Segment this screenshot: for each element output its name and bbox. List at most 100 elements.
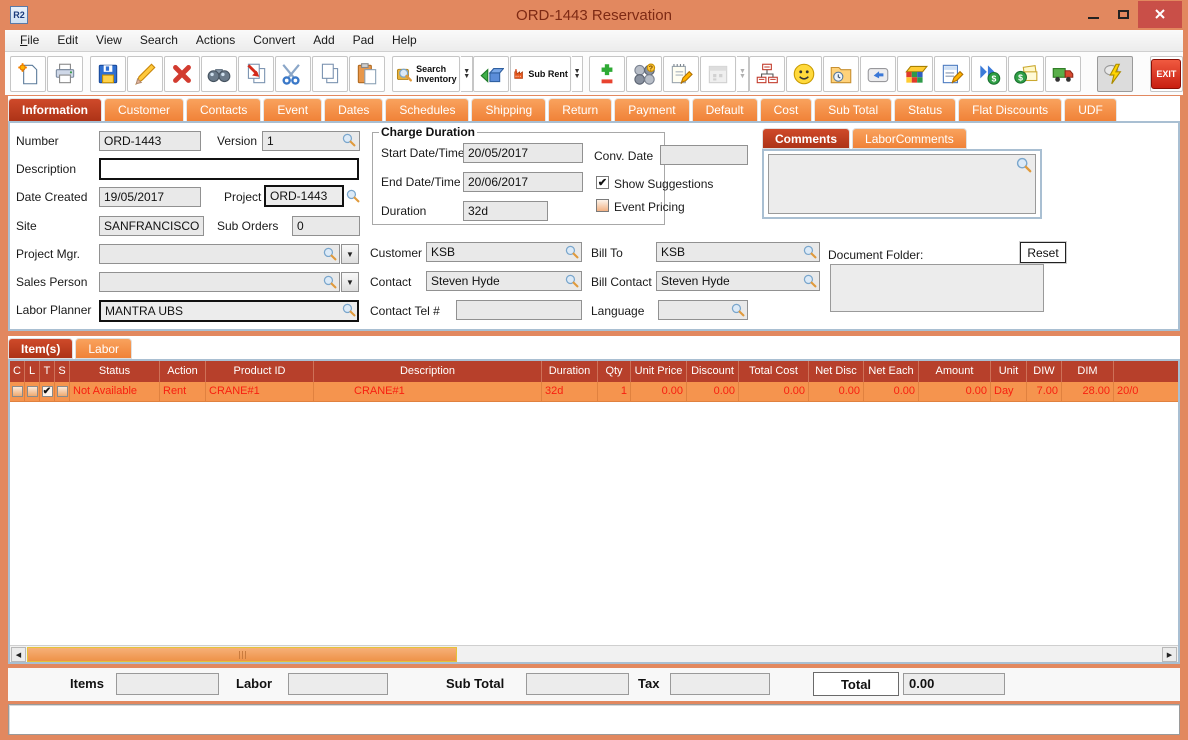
calendar-button[interactable]	[700, 55, 737, 92]
sub-rent-button[interactable]: Sub Rent	[509, 55, 571, 92]
notes-button[interactable]	[663, 55, 700, 92]
edit-button[interactable]	[127, 55, 164, 92]
project-search-icon[interactable]	[346, 189, 360, 203]
menu-pad[interactable]: Pad	[344, 30, 383, 51]
tab-cost[interactable]: Cost	[759, 98, 813, 121]
tab-flat-discounts[interactable]: Flat Discounts	[958, 98, 1063, 121]
table-row[interactable]: ✔ Not Available Rent CRANE#1 CRANE#1 32d…	[10, 382, 1178, 402]
tab-labor[interactable]: Labor	[75, 338, 133, 359]
sales-person-dropdown[interactable]: ▼	[341, 272, 359, 292]
convert-button[interactable]	[472, 55, 509, 92]
scrollbar-thumb[interactable]	[27, 647, 457, 662]
search-inventory-dropdown[interactable]: ▼ ▼	[461, 55, 473, 92]
show-suggestions-checkbox[interactable]: ✔	[596, 176, 609, 189]
col-unit-price[interactable]: Unit Price	[631, 361, 687, 382]
document-folder-box[interactable]	[830, 264, 1044, 312]
col-dim[interactable]: DIM	[1062, 361, 1114, 382]
col-product-id[interactable]: Product ID	[206, 361, 314, 382]
quick-payment-button[interactable]: $	[970, 55, 1007, 92]
close-button[interactable]	[1138, 0, 1182, 28]
row-checkbox-s[interactable]	[56, 386, 68, 397]
tab-sub-total[interactable]: Sub Total	[814, 98, 893, 121]
comments-search-icon[interactable]	[1016, 157, 1032, 173]
title-bar[interactable]: R2 ORD-1443 Reservation	[0, 0, 1188, 30]
customer-service-button[interactable]	[785, 55, 822, 92]
col-unit[interactable]: Unit	[991, 361, 1027, 382]
cut-button[interactable]	[275, 55, 312, 92]
tab-return[interactable]: Return	[548, 98, 613, 121]
sub-orders-field[interactable]: 0	[292, 216, 360, 236]
menu-add[interactable]: Add	[304, 30, 343, 51]
horizontal-scrollbar[interactable]: ◀ ▶	[10, 645, 1178, 662]
col-qty[interactable]: Qty	[598, 361, 631, 382]
col-net-disc[interactable]: Net Disc	[809, 361, 864, 382]
project-mgr-search-icon[interactable]	[323, 247, 337, 261]
scroll-left-arrow[interactable]: ◀	[11, 647, 26, 662]
menu-edit[interactable]: Edit	[48, 30, 87, 51]
scroll-right-arrow[interactable]: ▶	[1162, 647, 1177, 662]
col-s[interactable]: S	[55, 361, 70, 382]
col-c[interactable]: C	[10, 361, 25, 382]
end-date-field[interactable]: 20/06/2017	[463, 172, 583, 192]
contact-tel-field[interactable]	[456, 300, 582, 320]
site-field[interactable]: SANFRANCISCO	[99, 216, 204, 236]
bill-contact-field[interactable]: Steven Hyde	[656, 271, 820, 291]
copy-order-button[interactable]	[238, 55, 275, 92]
col-discount[interactable]: Discount	[687, 361, 739, 382]
find-button[interactable]	[201, 55, 238, 92]
send-button[interactable]	[859, 55, 896, 92]
tax-field[interactable]	[670, 673, 770, 695]
print-button[interactable]	[47, 55, 83, 92]
menu-search[interactable]: Search	[131, 30, 187, 51]
tab-default[interactable]: Default	[691, 98, 758, 121]
menu-view[interactable]: View	[87, 30, 131, 51]
minimize-button[interactable]	[1078, 1, 1108, 27]
menu-actions[interactable]: Actions	[187, 30, 244, 51]
row-checkbox-c[interactable]	[11, 386, 23, 397]
reset-button[interactable]: Reset	[1019, 241, 1067, 264]
quick-actions-button[interactable]	[1097, 55, 1134, 92]
edit-form-button[interactable]	[933, 55, 970, 92]
tab-items[interactable]: Item(s)	[8, 338, 74, 359]
labor-planner-field[interactable]: MANTRA UBS	[99, 300, 359, 322]
tab-shipping[interactable]: Shipping	[471, 98, 547, 121]
row-checkbox-t[interactable]: ✔	[41, 386, 53, 397]
col-status[interactable]: Status	[70, 361, 160, 382]
tab-status[interactable]: Status	[894, 98, 957, 121]
tab-payment[interactable]: Payment	[614, 98, 690, 121]
billing-button[interactable]: $	[1007, 55, 1044, 92]
project-mgr-field[interactable]	[99, 244, 340, 264]
bill-contact-search-icon[interactable]	[803, 274, 817, 288]
sub-total-field[interactable]	[526, 673, 629, 695]
save-button[interactable]	[90, 55, 127, 92]
date-created-field[interactable]: 19/05/2017	[99, 187, 201, 207]
language-field[interactable]	[658, 300, 748, 320]
col-t[interactable]: T	[40, 361, 55, 382]
comments-text-area[interactable]	[768, 154, 1036, 214]
project-mgr-dropdown[interactable]: ▼	[341, 244, 359, 264]
availability-button[interactable]: ?	[626, 55, 663, 92]
inventory-blocks-button[interactable]	[896, 55, 933, 92]
col-diw[interactable]: DIW	[1027, 361, 1062, 382]
col-total-cost[interactable]: Total Cost	[739, 361, 809, 382]
menu-help[interactable]: Help	[383, 30, 426, 51]
bill-to-field[interactable]: KSB	[656, 242, 820, 262]
project-field[interactable]: ORD-1443	[264, 185, 344, 207]
col-extra[interactable]	[1114, 361, 1178, 382]
history-folder-button[interactable]	[822, 55, 859, 92]
col-net-each[interactable]: Net Each	[864, 361, 919, 382]
menu-file[interactable]: File	[11, 30, 48, 51]
col-description[interactable]: Description	[314, 361, 542, 382]
copy-button[interactable]	[312, 55, 349, 92]
tab-customer[interactable]: Customer	[104, 98, 185, 121]
tab-contacts[interactable]: Contacts	[186, 98, 262, 121]
contact-field[interactable]: Steven Hyde	[426, 271, 582, 291]
bill-to-search-icon[interactable]	[803, 245, 817, 259]
order-structure-button[interactable]	[748, 55, 785, 92]
row-checkbox-l[interactable]	[26, 386, 38, 397]
col-l[interactable]: L	[25, 361, 40, 382]
sub-rent-dropdown[interactable]: ▼ ▼	[571, 55, 584, 92]
logistics-button[interactable]	[1044, 55, 1081, 92]
add-remove-button[interactable]	[589, 55, 626, 92]
tab-dates[interactable]: Dates	[324, 98, 384, 121]
